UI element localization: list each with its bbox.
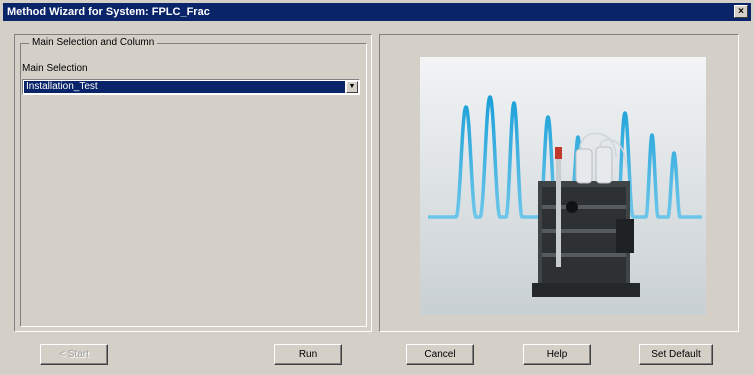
main-selection-dropdown[interactable]: Installation_Test ▼	[22, 79, 360, 95]
close-button[interactable]: ×	[734, 5, 748, 18]
group-title: Main Selection and Column	[29, 37, 158, 48]
window-title: Method Wizard for System: FPLC_Frac	[7, 6, 210, 18]
right-panel	[379, 34, 739, 332]
help-button[interactable]: Help	[523, 344, 591, 365]
method-wizard-window: Method Wizard for System: FPLC_Frac × Ma…	[0, 0, 754, 375]
fplc-instrument-icon	[420, 57, 706, 315]
cancel-button[interactable]: Cancel	[406, 344, 474, 365]
run-button[interactable]: Run	[274, 344, 342, 365]
start-button[interactable]: < Start	[40, 344, 108, 365]
system-picture	[420, 57, 706, 315]
main-selection-label: Main Selection	[22, 63, 88, 74]
chevron-down-icon[interactable]: ▼	[346, 81, 358, 93]
left-panel: Main Selection and Column Main Selection…	[14, 34, 372, 332]
title-bar[interactable]: Method Wizard for System: FPLC_Frac ×	[3, 3, 751, 21]
main-selection-value: Installation_Test	[24, 81, 345, 93]
set-default-button[interactable]: Set Default	[639, 344, 713, 365]
